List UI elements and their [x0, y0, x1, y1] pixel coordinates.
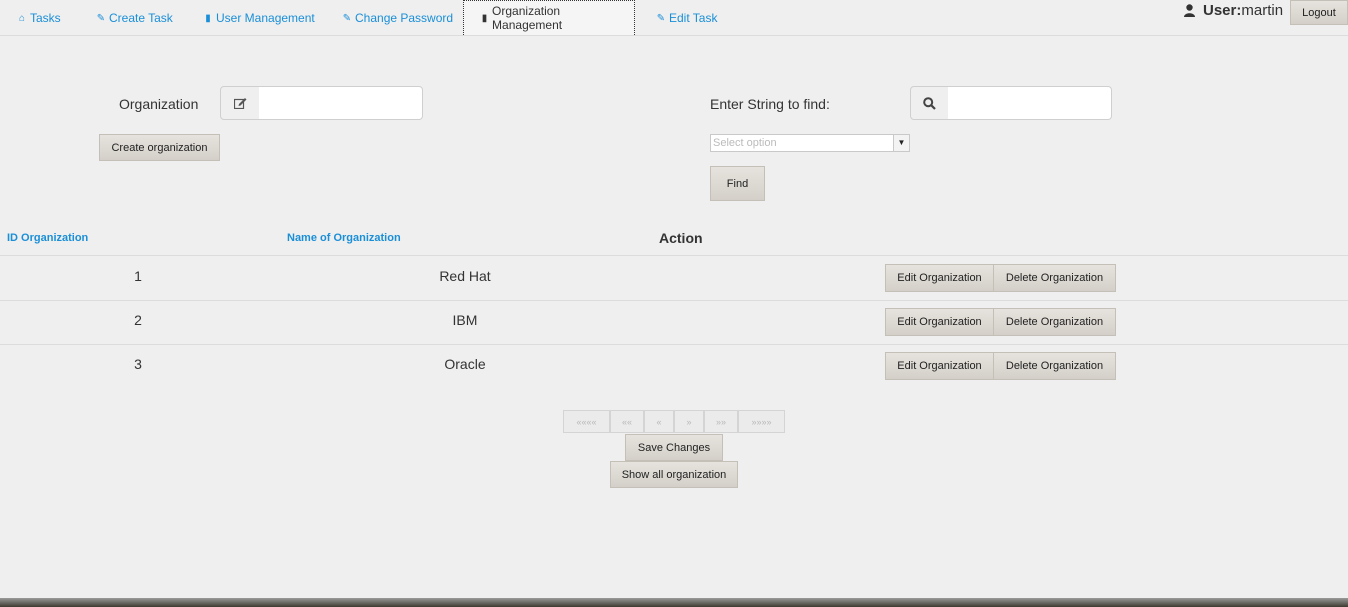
- organization-label: Organization: [119, 96, 199, 112]
- header-divider: [0, 255, 1348, 256]
- home-icon: ⌂: [18, 12, 26, 24]
- book-icon: ▮: [205, 12, 211, 24]
- tab-label: Create Task: [109, 11, 173, 25]
- pencil-icon: ✎: [342, 12, 352, 24]
- book-icon: ▮: [481, 12, 488, 24]
- tab-create-task[interactable]: ✎ Create Task: [96, 0, 173, 36]
- row-2-id: 2: [134, 312, 142, 328]
- tab-change-password[interactable]: ✎ Change Password: [342, 0, 453, 36]
- tab-label: Change Password: [355, 11, 454, 25]
- row-1-edit-button[interactable]: Edit Organization: [885, 264, 994, 292]
- pagination-prev-button[interactable]: «: [644, 410, 674, 433]
- logout-button[interactable]: Logout: [1290, 0, 1348, 25]
- tab-tasks[interactable]: ⌂ Tasks: [17, 0, 61, 36]
- user-label: User:: [1203, 1, 1242, 19]
- column-header-name[interactable]: Name of Organization: [287, 232, 401, 244]
- column-header-id[interactable]: ID Organization: [7, 232, 88, 244]
- create-organization-button[interactable]: Create organization: [99, 134, 220, 161]
- row-1-id: 1: [134, 268, 142, 284]
- tab-label: Tasks: [30, 11, 61, 25]
- row-2-edit-button[interactable]: Edit Organization: [885, 308, 994, 336]
- user-name: martin: [1241, 1, 1284, 19]
- edit-icon: [220, 86, 260, 120]
- save-changes-button[interactable]: Save Changes: [625, 434, 723, 461]
- tab-label: Organization Management: [492, 4, 563, 32]
- search-label: Enter String to find:: [710, 96, 830, 112]
- row-divider: [0, 344, 1348, 345]
- search-icon: [910, 86, 949, 120]
- column-header-action: Action: [659, 230, 703, 246]
- pencil-icon: ✎: [656, 12, 666, 24]
- pagination-next-button[interactable]: »: [674, 410, 704, 433]
- search-option-select[interactable]: Select option ▼: [710, 134, 910, 152]
- pagination-prev-page-button[interactable]: ««: [610, 410, 644, 433]
- row-3-name: Oracle: [444, 356, 486, 372]
- pagination-next-page-button[interactable]: »»: [704, 410, 738, 433]
- pagination-last-button[interactable]: »»»»: [738, 410, 785, 433]
- search-input[interactable]: [948, 86, 1112, 120]
- chevron-down-icon: ▼: [893, 135, 909, 151]
- row-2-name: IBM: [452, 312, 478, 328]
- tab-edit-task[interactable]: ✎ Edit Task: [656, 0, 718, 36]
- row-1-delete-button[interactable]: Delete Organization: [993, 264, 1116, 292]
- user-icon: [1184, 3, 1195, 17]
- user-info: User:martin: [1184, 0, 1283, 20]
- tab-label: Edit Task: [669, 11, 718, 25]
- tab-label: User Management: [216, 11, 315, 25]
- row-3-id: 3: [134, 356, 142, 372]
- row-2-delete-button[interactable]: Delete Organization: [993, 308, 1116, 336]
- tab-user-management[interactable]: ▮ User Management: [203, 0, 315, 36]
- pencil-icon: ✎: [96, 12, 106, 24]
- row-3-edit-button[interactable]: Edit Organization: [885, 352, 994, 380]
- row-divider: [0, 300, 1348, 301]
- row-3-delete-button[interactable]: Delete Organization: [993, 352, 1116, 380]
- select-placeholder: Select option: [713, 137, 777, 149]
- top-nav: ⌂ Tasks ✎ Create Task ▮ User Management …: [0, 0, 1348, 36]
- show-all-organization-button[interactable]: Show all organization: [610, 461, 738, 488]
- window-bottom-edge: [0, 598, 1348, 607]
- tab-organization-management[interactable]: ▮ Organization Management: [463, 0, 635, 35]
- pagination-first-button[interactable]: ««««: [563, 410, 610, 433]
- find-button[interactable]: Find: [710, 166, 765, 201]
- row-1-name: Red Hat: [439, 268, 491, 284]
- organization-name-input[interactable]: [259, 86, 423, 120]
